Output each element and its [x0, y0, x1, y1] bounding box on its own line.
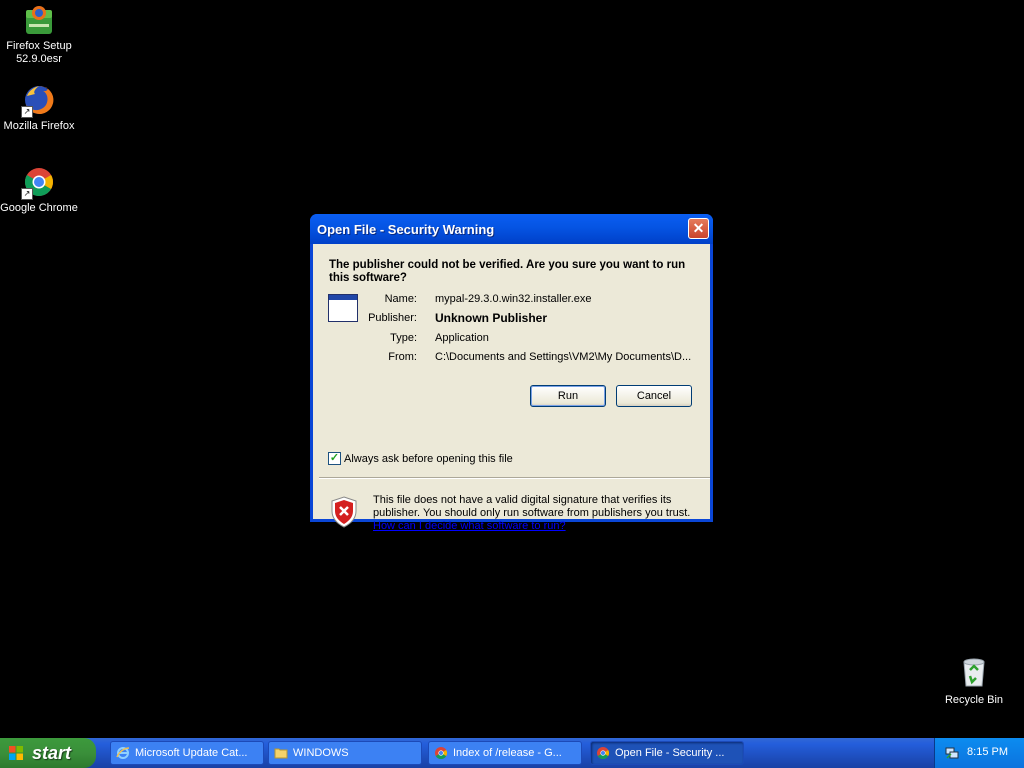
- shield-warning-icon: [330, 496, 358, 528]
- chrome-icon: [597, 747, 610, 760]
- name-label: Name:: [384, 293, 417, 305]
- always-ask-checkbox[interactable]: ✓: [328, 452, 341, 465]
- from-label: From:: [388, 351, 417, 363]
- desktop-icon-label: Mozilla Firefox: [3, 120, 75, 132]
- taskbar-item-index-release[interactable]: Index of /release - G...: [428, 741, 582, 765]
- type-label: Type:: [390, 332, 417, 344]
- start-label: start: [32, 743, 72, 763]
- firefox-setup-icon: [23, 4, 55, 36]
- windows-logo-icon: [9, 746, 23, 760]
- desktop-icon-label: 52.9.0esr: [16, 53, 62, 65]
- name-value: mypal-29.3.0.win32.installer.exe: [435, 293, 592, 305]
- clock[interactable]: 8:15 PM: [967, 746, 1008, 758]
- desktop-icon-mozilla-firefox[interactable]: ↗ Mozilla Firefox: [0, 84, 79, 133]
- firefox-icon: ↗: [21, 84, 55, 118]
- dialog-headline: The publisher could not be verified. Are…: [329, 259, 686, 284]
- desktop-icon-firefox-setup[interactable]: Firefox Setup 52.9.0esr: [0, 4, 79, 66]
- taskbar: start Microsoft Update Cat... WINDOWS In…: [0, 738, 1024, 768]
- desktop-icon-recycle-bin[interactable]: Recycle Bin: [940, 656, 1008, 706]
- start-button[interactable]: start: [0, 738, 96, 768]
- taskbar-item-label: Open File - Security ...: [615, 747, 725, 759]
- type-value: Application: [435, 332, 489, 344]
- close-icon: ✕: [692, 220, 705, 236]
- desktop-icon-label: Firefox Setup: [6, 40, 72, 52]
- recycle-bin-icon: [958, 656, 990, 688]
- desktop-icon-label: Recycle Bin: [944, 694, 1004, 706]
- chrome-icon: [435, 747, 448, 760]
- shortcut-arrow-icon: ↗: [21, 106, 33, 118]
- always-ask-row[interactable]: ✓ Always ask before opening this file: [328, 452, 513, 465]
- publisher-label: Publisher:: [368, 312, 417, 324]
- run-button[interactable]: Run: [530, 385, 606, 407]
- desktop-icon-label: Google Chrome: [0, 202, 78, 214]
- dialog-titlebar[interactable]: Open File - Security Warning ✕: [310, 214, 713, 244]
- network-icon[interactable]: [945, 746, 959, 760]
- taskbar-item-label: Microsoft Update Cat...: [135, 747, 248, 759]
- divider: [319, 477, 710, 479]
- taskbar-item-label: Index of /release - G...: [453, 747, 562, 759]
- taskbar-item-open-file-security[interactable]: Open File - Security ...: [590, 741, 744, 765]
- taskbar-item-microsoft-update[interactable]: Microsoft Update Cat...: [110, 741, 264, 765]
- from-value: C:\Documents and Settings\VM2\My Documen…: [435, 351, 692, 363]
- dialog-title: Open File - Security Warning: [317, 222, 495, 237]
- taskbar-item-windows-folder[interactable]: WINDOWS: [268, 741, 422, 765]
- warning-message: This file does not have a valid digital …: [373, 494, 693, 533]
- desktop-icon-google-chrome[interactable]: ↗ Google Chrome: [0, 166, 79, 215]
- help-link[interactable]: How can I decide what software to run?: [373, 520, 693, 533]
- taskbar-item-label: WINDOWS: [293, 747, 349, 759]
- warning-text: This file does not have a valid digital …: [373, 494, 691, 519]
- always-ask-label[interactable]: Always ask before opening this file: [344, 453, 513, 465]
- dialog-body: The publisher could not be verified. Are…: [313, 244, 710, 532]
- chrome-icon: ↗: [21, 166, 55, 200]
- ie-icon: [116, 747, 130, 759]
- shortcut-arrow-icon: ↗: [21, 188, 33, 200]
- folder-icon: [274, 748, 288, 759]
- security-warning-dialog: Open File - Security Warning ✕ The publi…: [310, 214, 713, 532]
- publisher-value: Unknown Publisher: [435, 311, 548, 325]
- close-button[interactable]: ✕: [688, 218, 709, 239]
- cancel-button[interactable]: Cancel: [616, 385, 692, 407]
- system-tray: 8:15 PM: [934, 738, 1024, 768]
